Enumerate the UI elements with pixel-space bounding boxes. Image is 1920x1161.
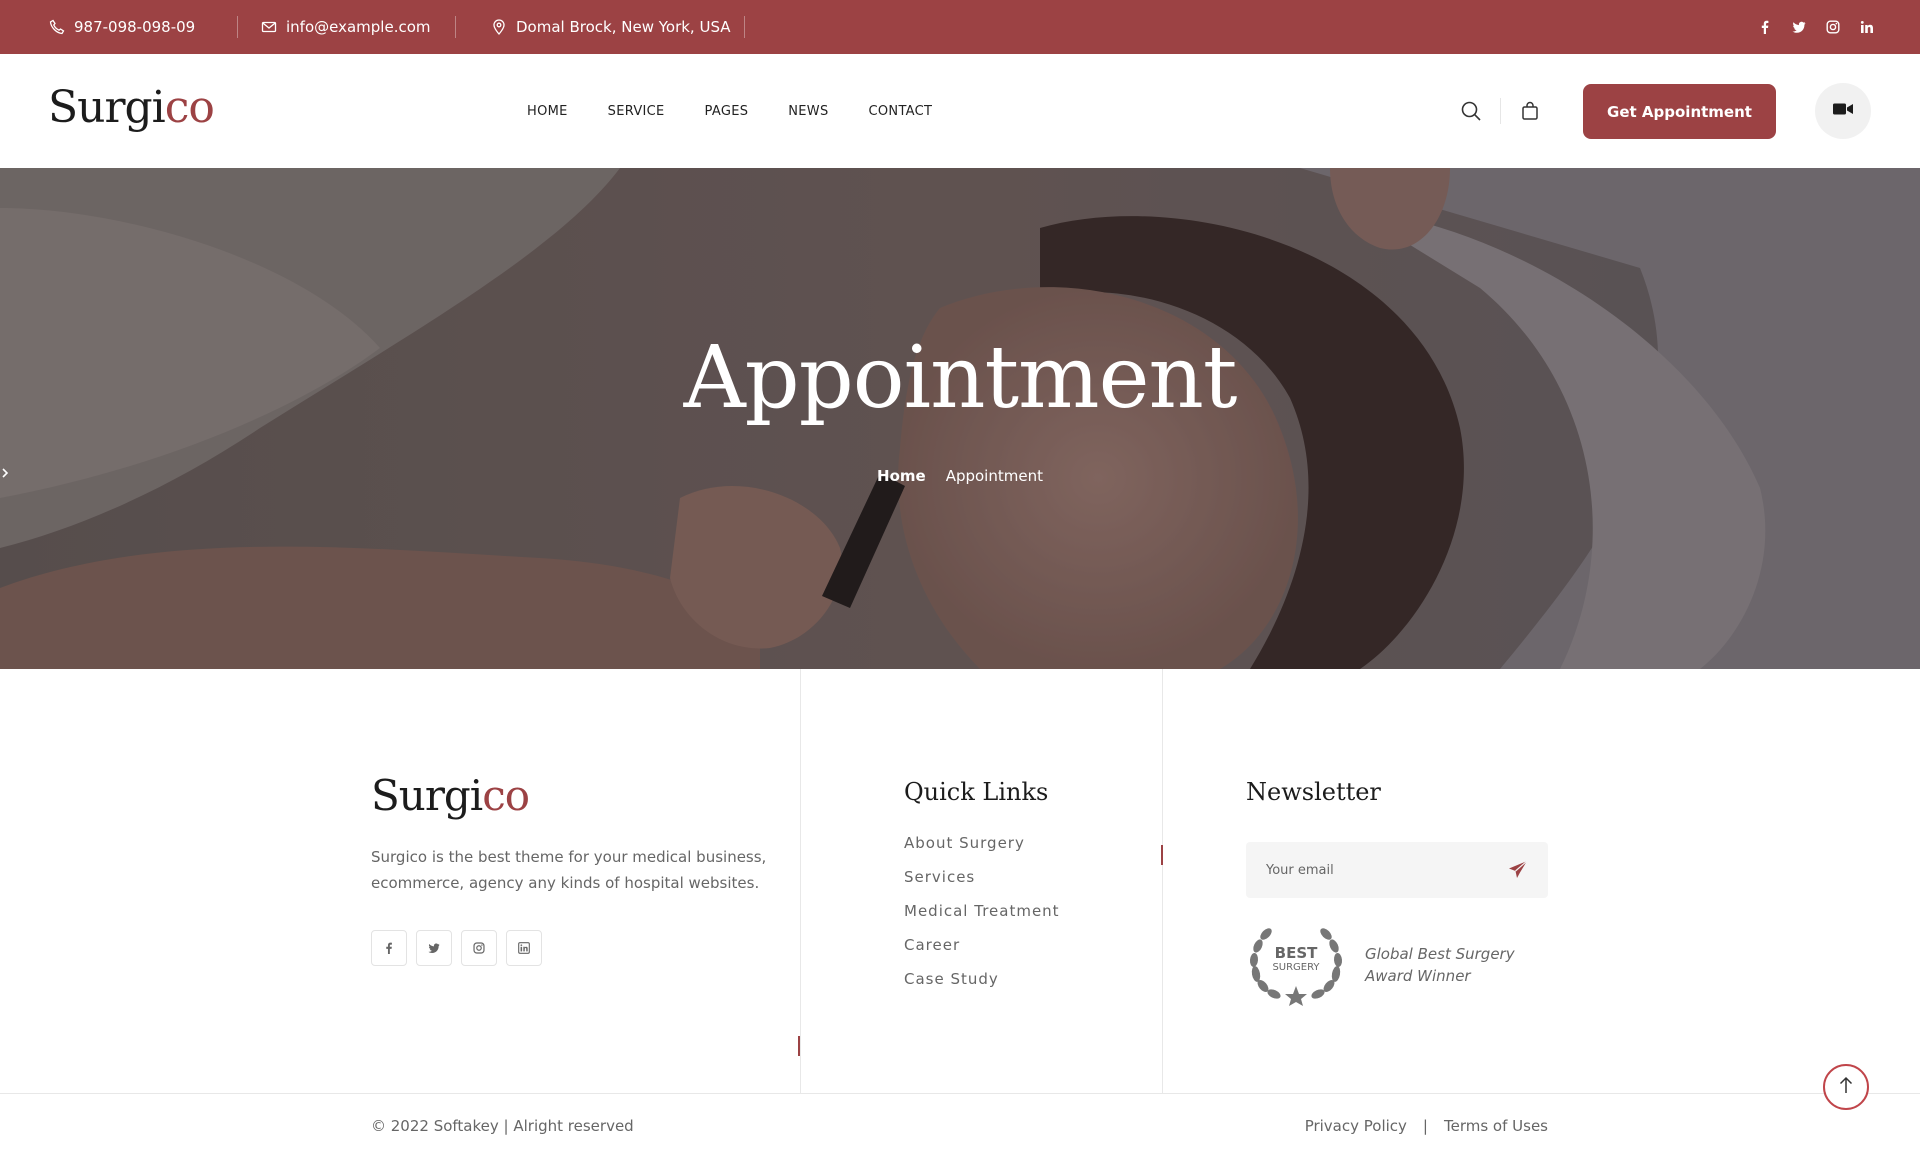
column-divider	[1162, 669, 1163, 1093]
nav-contact[interactable]: CONTACT	[869, 104, 933, 119]
footer-social	[371, 930, 542, 966]
instagram-icon[interactable]	[461, 930, 497, 966]
newsletter-form	[1246, 842, 1548, 898]
logo-text-main: Surgi	[48, 82, 166, 133]
breadcrumb-current: Appointment	[945, 467, 1043, 485]
logo-text-main: Surgi	[371, 771, 483, 820]
nav-pages[interactable]: PAGES	[705, 104, 749, 119]
divider	[744, 16, 745, 38]
privacy-policy-link[interactable]: Privacy Policy	[1305, 1117, 1407, 1135]
search-icon[interactable]	[1460, 100, 1482, 122]
header-actions	[1460, 54, 1541, 168]
nav-news[interactable]: NEWS	[788, 104, 828, 119]
award-caption: Global Best Surgery Award Winner	[1365, 943, 1515, 987]
legal-links: Privacy Policy | Terms of Uses	[1305, 1117, 1548, 1135]
footer-description: Surgico is the best theme for your medic…	[371, 848, 767, 892]
quick-links-title: Quick Links	[904, 778, 1049, 806]
map-pin-icon	[491, 19, 507, 35]
quick-links-list: About Surgery Services Medical Treatment…	[904, 833, 1060, 1003]
page-banner: Appointment Home Appointment	[0, 168, 1920, 669]
mail-icon	[261, 19, 277, 35]
award-badge-bottom-text: SURGERY	[1272, 962, 1320, 973]
quick-link-case-study[interactable]: Case Study	[904, 969, 1060, 1003]
award-badge: BEST SURGERY	[1246, 924, 1346, 1006]
video-camera-icon	[1832, 101, 1854, 121]
video-call-button[interactable]	[1815, 83, 1871, 139]
linkedin-icon[interactable]	[506, 930, 542, 966]
footer-divider	[0, 1093, 1920, 1094]
accent-tick	[798, 1036, 800, 1056]
divider	[455, 16, 456, 38]
instagram-icon[interactable]	[1826, 20, 1840, 34]
breadcrumb: Home Appointment	[0, 467, 1920, 485]
top-bar: 987-098-098-09 info@example.com Domal Br…	[0, 0, 1920, 54]
award-badge-top-text: BEST	[1274, 944, 1318, 962]
quick-link-about-surgery[interactable]: About Surgery	[904, 833, 1060, 867]
email-text: info@example.com	[286, 18, 431, 36]
linkedin-icon[interactable]	[1860, 20, 1874, 34]
facebook-icon[interactable]	[371, 930, 407, 966]
topbar-social	[1758, 0, 1874, 54]
send-icon[interactable]	[1508, 860, 1528, 880]
link-separator: |	[1422, 1117, 1428, 1135]
breadcrumb-home[interactable]: Home	[877, 467, 926, 485]
nav-home[interactable]: HOME	[527, 104, 568, 119]
facebook-icon[interactable]	[1758, 20, 1772, 34]
divider	[1500, 98, 1501, 124]
get-appointment-button[interactable]: Get Appointment	[1583, 84, 1776, 139]
address-contact[interactable]: Domal Brock, New York, USA	[491, 0, 731, 54]
shopping-bag-icon[interactable]	[1519, 100, 1541, 122]
newsletter-title: Newsletter	[1246, 778, 1381, 806]
quick-link-medical-treatment[interactable]: Medical Treatment	[904, 901, 1060, 935]
divider	[237, 16, 238, 38]
twitter-icon[interactable]	[1792, 20, 1806, 34]
main-header: Surgico HOME SERVICE PAGES NEWS CONTACT …	[0, 54, 1920, 168]
twitter-icon[interactable]	[416, 930, 452, 966]
terms-of-use-link[interactable]: Terms of Uses	[1444, 1117, 1548, 1135]
address-text: Domal Brock, New York, USA	[516, 18, 731, 36]
accent-tick	[1161, 845, 1163, 865]
award-line-2: Award Winner	[1365, 967, 1471, 985]
award-line-1: Global Best Surgery	[1365, 945, 1515, 963]
page-title: Appointment	[683, 328, 1238, 428]
main-nav: HOME SERVICE PAGES NEWS CONTACT	[527, 54, 932, 168]
quick-link-services[interactable]: Services	[904, 867, 1060, 901]
newsletter-email-input[interactable]	[1246, 862, 1496, 878]
logo-text-accent: co	[164, 82, 215, 133]
phone-contact[interactable]: 987-098-098-09	[49, 0, 195, 54]
logo-text-accent: co	[482, 771, 530, 820]
arrow-up-icon	[1838, 1076, 1854, 1098]
column-divider	[800, 669, 801, 1093]
site-logo[interactable]: Surgico	[48, 82, 215, 133]
quick-link-career[interactable]: Career	[904, 935, 1060, 969]
copyright-text: © 2022 Softakey | Alright reserved	[371, 1117, 634, 1135]
phone-icon	[49, 19, 65, 35]
email-contact[interactable]: info@example.com	[261, 0, 431, 54]
nav-service[interactable]: SERVICE	[608, 104, 665, 119]
phone-text: 987-098-098-09	[74, 18, 196, 36]
scroll-to-top-button[interactable]	[1823, 1064, 1869, 1110]
footer-logo[interactable]: Surgico	[371, 771, 530, 820]
